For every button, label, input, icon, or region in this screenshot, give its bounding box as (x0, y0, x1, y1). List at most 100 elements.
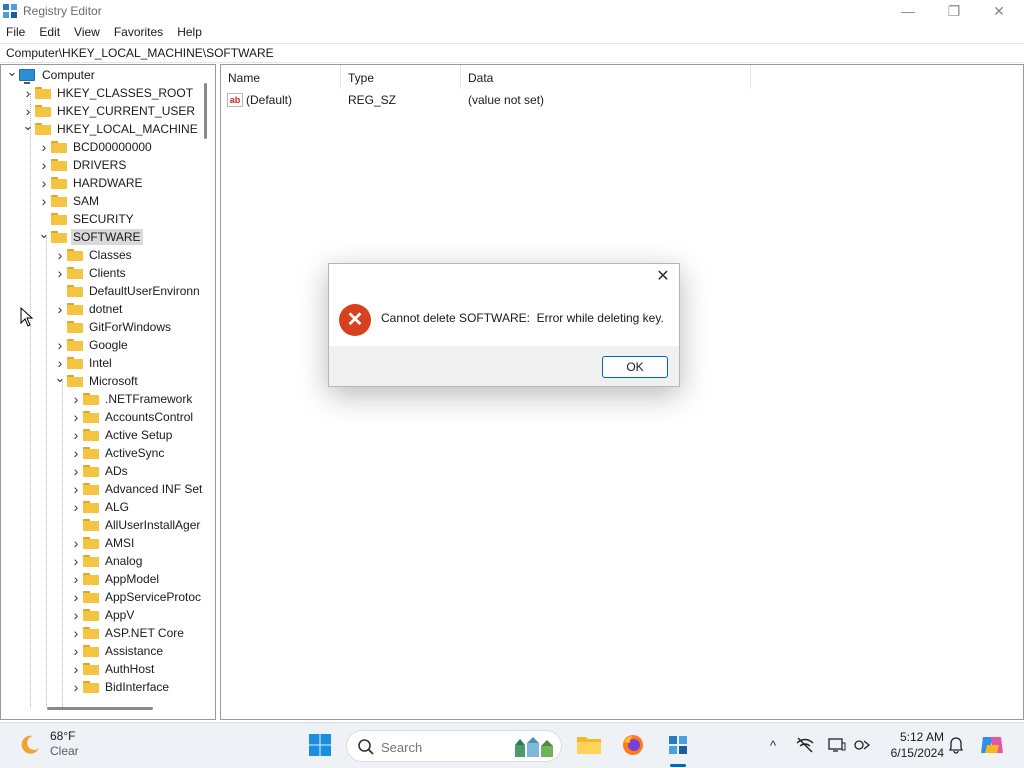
registry-editor-taskbar-button[interactable] (664, 731, 692, 759)
search-input[interactable] (381, 738, 501, 756)
values-list-pane[interactable]: Name Type Data ab (Default) REG_SZ (valu… (220, 64, 1024, 720)
notifications-button[interactable] (946, 735, 966, 755)
chevron-right-icon[interactable]: › (53, 355, 67, 371)
chevron-right-icon[interactable]: › (69, 499, 83, 515)
chevron-down-icon[interactable]: ⌄ (53, 370, 67, 385)
network-status-button[interactable] (795, 735, 815, 755)
tree-item[interactable]: ⌄ Microsoft (53, 370, 140, 390)
tree-item-label: ADs (105, 464, 128, 478)
chevron-right-icon[interactable]: › (53, 301, 67, 317)
chevron-right-icon[interactable]: › (69, 679, 83, 695)
tree-item[interactable]: GitForWindows (53, 318, 173, 336)
title-bar[interactable]: Registry Editor — ❐ ✕ (0, 0, 1024, 22)
chevron-right-icon[interactable]: › (21, 85, 35, 101)
tree-vertical-scrollbar[interactable] (204, 83, 207, 139)
chevron-right-icon[interactable]: › (53, 265, 67, 281)
taskbar-search[interactable] (346, 730, 562, 762)
key-tree-pane[interactable]: ⌄ Computer › HKEY_CLASSES_ROOT › HKEY_CURRENT… (0, 64, 216, 720)
tree-item[interactable]: › AMSI (69, 534, 136, 552)
chevron-right-icon[interactable]: › (69, 571, 83, 587)
tree-item[interactable]: › SAM (37, 192, 101, 210)
chevron-right-icon[interactable]: › (37, 193, 51, 209)
chevron-right-icon[interactable]: › (37, 139, 51, 155)
menu-edit[interactable]: Edit (32, 22, 67, 42)
tree-item[interactable]: › BidInterface (69, 678, 171, 696)
tree-item[interactable]: › ALG (69, 498, 131, 516)
tree-item[interactable]: ⌄ Computer (5, 65, 97, 84)
column-header-type[interactable]: Type (341, 65, 461, 89)
tree-item[interactable]: SECURITY (37, 210, 136, 228)
close-button[interactable]: ✕ (976, 0, 1022, 22)
chevron-right-icon[interactable]: › (69, 625, 83, 641)
tree-item[interactable]: › Classes (53, 246, 134, 264)
weather-widget[interactable]: 68°F Clear (18, 729, 79, 759)
show-hidden-icons-button[interactable]: ^ (763, 735, 783, 755)
tree-item[interactable]: › AppV (69, 606, 136, 624)
menu-file[interactable]: File (0, 22, 32, 42)
chevron-right-icon[interactable]: › (69, 535, 83, 551)
tree-horizontal-scrollbar[interactable] (47, 707, 153, 710)
display-button[interactable] (827, 735, 847, 755)
chevron-right-icon[interactable]: › (69, 445, 83, 461)
tree-item[interactable]: › Assistance (69, 642, 165, 660)
chevron-down-icon[interactable]: ⌄ (21, 118, 35, 133)
tree-item[interactable]: › ADs (69, 462, 130, 480)
system-clock[interactable]: 5:12 AM 6/15/2024 (876, 729, 944, 761)
tree-item[interactable]: › DRIVERS (37, 156, 128, 174)
copilot-button[interactable] (978, 731, 1006, 759)
tree-item[interactable]: › AppServiceProtoc (69, 588, 203, 606)
tree-item[interactable]: ⌄ SOFTWARE (37, 226, 143, 246)
tree-item[interactable]: DefaultUserEnvironn (53, 282, 202, 300)
column-header-data[interactable]: Data (461, 65, 751, 89)
tree-item[interactable]: › AccountsControl (69, 408, 195, 426)
tree-item[interactable]: › AuthHost (69, 660, 156, 678)
tree-item[interactable]: › HARDWARE (37, 174, 145, 192)
start-button[interactable] (306, 731, 334, 759)
chevron-right-icon[interactable]: › (37, 157, 51, 173)
chevron-right-icon[interactable]: › (69, 481, 83, 497)
tree-item[interactable]: › Advanced INF Set (69, 480, 204, 498)
chevron-right-icon[interactable]: › (69, 427, 83, 443)
address-input[interactable] (0, 44, 1024, 62)
restore-button[interactable]: ❐ (931, 0, 977, 22)
menu-favorites[interactable]: Favorites (107, 22, 170, 42)
tree-item[interactable]: › ActiveSync (69, 444, 166, 462)
tree-item[interactable]: › Active Setup (69, 426, 174, 444)
tree-item[interactable]: › HKEY_CURRENT_USER (21, 102, 197, 120)
tree-item[interactable]: › dotnet (53, 300, 124, 318)
menu-view[interactable]: View (67, 22, 107, 42)
chevron-right-icon[interactable]: › (69, 661, 83, 677)
chevron-right-icon[interactable]: › (69, 391, 83, 407)
chevron-right-icon[interactable]: › (69, 589, 83, 605)
chevron-down-icon[interactable]: ⌄ (5, 65, 19, 79)
value-row[interactable]: ab (Default) REG_SZ (value not set) (221, 91, 661, 109)
tree-item[interactable]: › Clients (53, 264, 128, 282)
menu-help[interactable]: Help (170, 22, 209, 42)
tree-item[interactable]: › BCD00000000 (37, 138, 154, 156)
chevron-right-icon[interactable]: › (69, 463, 83, 479)
accessibility-button[interactable] (852, 735, 872, 755)
ok-button[interactable]: OK (602, 356, 668, 378)
chevron-right-icon[interactable]: › (69, 553, 83, 569)
chevron-right-icon[interactable]: › (69, 607, 83, 623)
chevron-right-icon[interactable]: › (53, 337, 67, 353)
tree-item[interactable]: › HKEY_CLASSES_ROOT (21, 84, 195, 102)
firefox-button[interactable] (619, 731, 647, 759)
chevron-right-icon[interactable]: › (37, 175, 51, 191)
tree-item[interactable]: AllUserInstallAger (69, 516, 202, 534)
tree-item[interactable]: › AppModel (69, 570, 161, 588)
tree-item[interactable]: › Google (53, 336, 130, 354)
chevron-right-icon[interactable]: › (53, 247, 67, 263)
tree-item[interactable]: › .NETFramework (69, 390, 194, 408)
chevron-right-icon[interactable]: › (69, 409, 83, 425)
tree-item[interactable]: › ASP.NET Core (69, 624, 186, 642)
chevron-right-icon[interactable]: › (69, 643, 83, 659)
chevron-right-icon[interactable]: › (21, 103, 35, 119)
dialog-close-button[interactable]: ✕ (655, 269, 671, 286)
minimize-button[interactable]: — (885, 0, 931, 22)
tree-item[interactable]: ⌄ HKEY_LOCAL_MACHINE (21, 118, 200, 138)
tree-item[interactable]: › Analog (69, 552, 144, 570)
column-header-name[interactable]: Name (221, 65, 341, 89)
file-explorer-button[interactable] (575, 731, 603, 759)
chevron-down-icon[interactable]: ⌄ (37, 226, 51, 241)
